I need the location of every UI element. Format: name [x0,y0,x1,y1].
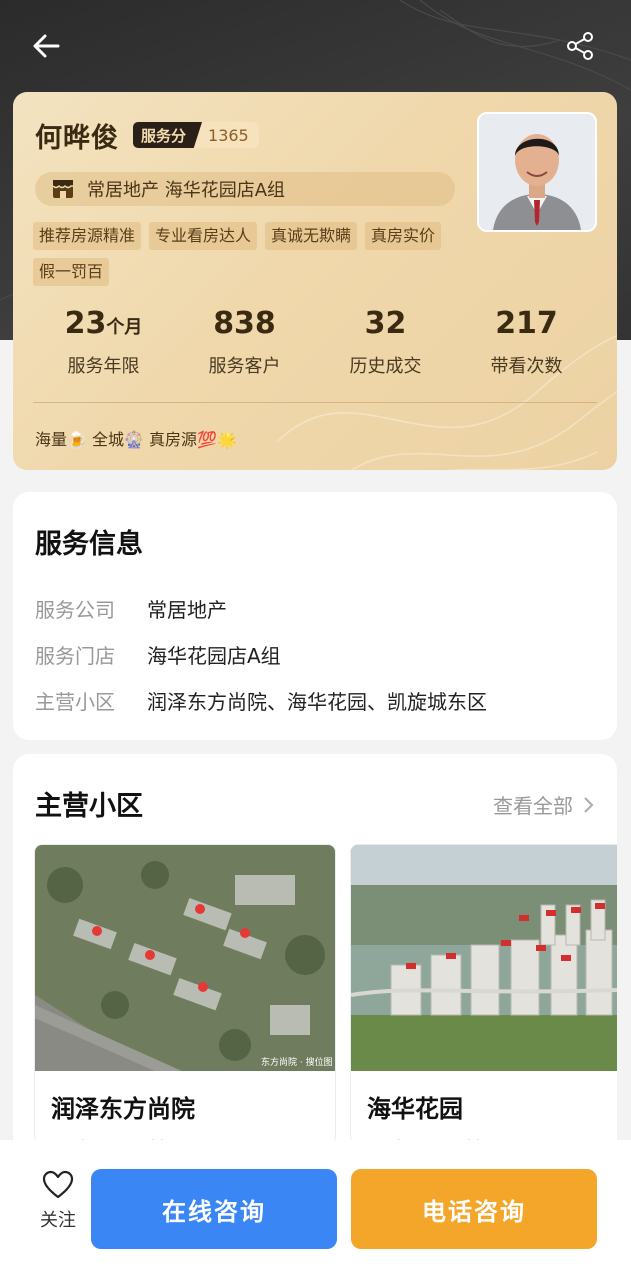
stat-label: 服务客户 [208,356,281,377]
info-value: 润泽东方尚院、海华花园、凯旋城东区 [147,690,487,714]
store-pill[interactable]: 常居地产 海华花园店A组 [35,172,455,206]
follow-button[interactable]: 关注 [30,1170,86,1232]
info-label: 服务公司 [35,598,115,622]
store-name: 常居地产 海华花园店A组 [87,180,286,201]
agent-photo [479,114,595,230]
service-score-label: 服务分 [133,122,203,148]
info-value: 常居地产 [147,598,227,622]
see-all-link[interactable]: 查看全部 [493,790,597,819]
agent-tag: 真诚无欺瞒 [265,222,358,250]
online-consult-button[interactable]: 在线咨询 [91,1169,337,1249]
info-label: 服务门店 [35,644,115,668]
section-title: 服务信息 [35,529,143,560]
divider [33,402,597,403]
see-all-label: 查看全部 [493,794,573,818]
image-caption: 东方尚院 · 搜位图 [261,1056,333,1068]
stat-value: 23 [64,306,107,341]
chevron-right-icon [584,796,594,813]
community-image [351,845,617,1071]
agent-name: 何晔俊 [35,123,119,154]
community-image: 东方尚院 · 搜位图 [35,845,335,1071]
bottom-action-bar: 关注 在线咨询 电话咨询 [0,1140,631,1280]
community-card[interactable]: 东方尚院 · 搜位图 润泽东方尚院 二六三(4)块 [34,844,336,1144]
info-row-communities: 主营小区 润泽东方尚院、海华花园、凯旋城东区 [35,686,487,715]
community-name: 润泽东方尚院 [51,1095,195,1123]
agent-stats: 23个月 服务年限 838 服务客户 32 历史成交 217 带看次数 [33,306,597,378]
info-row-store: 服务门店 海华花园店A组 [35,640,281,669]
stat-value: 217 [495,306,558,341]
avatar[interactable] [477,112,597,232]
stat-deals: 32 历史成交 [315,306,456,378]
stat-clients: 838 服务客户 [174,306,315,378]
info-row-company: 服务公司 常居地产 [35,594,227,623]
heart-icon [42,1170,74,1199]
stat-value: 32 [364,306,407,341]
agent-card: 何晔俊 服务分 1365 常居地产 海华花园店A组 推荐房源精准 专业看房达人 … [13,92,617,470]
store-icon [52,180,73,198]
section-title: 主营小区 [35,791,143,822]
stat-service-years: 23个月 服务年限 [33,306,174,378]
follow-label: 关注 [40,1210,76,1231]
info-label: 主营小区 [35,690,115,714]
stat-label: 服务年限 [67,356,140,377]
community-name: 海华花园 [367,1095,463,1123]
share-button[interactable] [560,28,600,64]
service-score-badge: 服务分 1365 [133,122,259,148]
service-score-value: 1365 [208,125,249,145]
share-icon [567,32,593,60]
agent-tags: 推荐房源精准 专业看房达人 真诚无欺瞒 真房实价 假一罚百 [33,222,483,286]
agent-tag: 推荐房源精准 [33,222,142,250]
stat-value: 838 [213,306,276,341]
stat-viewings: 217 带看次数 [456,306,597,378]
agent-slogan: 海量🍺 全城🎡 真房源💯🌟 [35,430,237,449]
info-value: 海华花园店A组 [147,644,281,668]
back-button[interactable] [28,28,64,64]
arrow-left-icon [33,34,60,58]
phone-consult-button[interactable]: 电话咨询 [351,1169,597,1249]
community-card[interactable]: 海华花园 二六三(4)块 [350,844,617,1144]
stat-label: 带看次数 [490,356,563,377]
stat-unit: 个月 [106,317,143,338]
agent-tag: 假一罚百 [33,258,110,286]
service-info-panel: 服务信息 服务公司 常居地产 服务门店 海华花园店A组 主营小区 润泽东方尚院、… [13,492,617,740]
stat-label: 历史成交 [349,356,422,377]
agent-tag: 专业看房达人 [149,222,258,250]
main-communities-panel: 主营小区 查看全部 东方尚院 · 搜位图 润泽东方尚院 海华花园 [13,754,617,1174]
agent-tag: 真房实价 [365,222,442,250]
